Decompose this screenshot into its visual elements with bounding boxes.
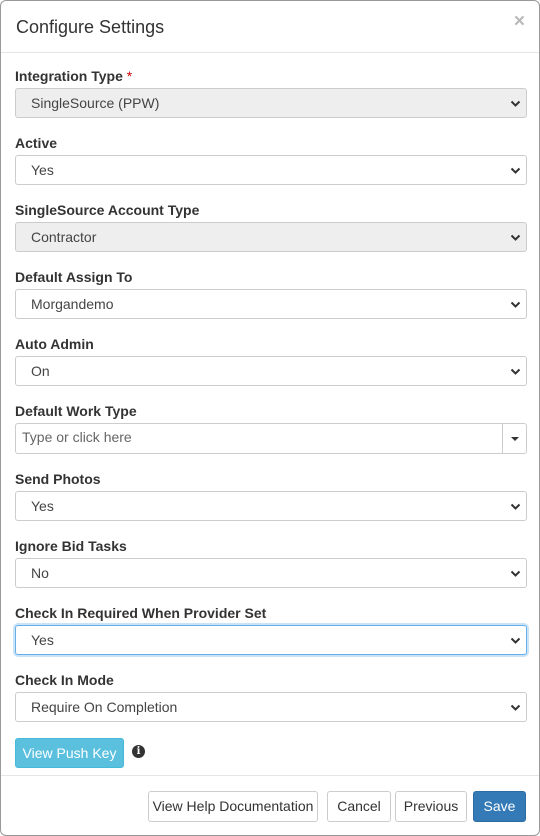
configure-settings-dialog: Configure Settings × Integration Type * … — [0, 0, 540, 836]
auto-admin-label: Auto Admin — [15, 336, 94, 352]
info-circle-icon[interactable]: i — [132, 745, 145, 758]
cancel-button[interactable]: Cancel — [327, 791, 391, 822]
account-type-field: SingleSource Account Type Contractor — [15, 201, 527, 252]
check-in-required-field: Check In Required When Provider Set Yes — [15, 604, 527, 655]
ignore-bid-tasks-select[interactable]: No — [15, 558, 527, 588]
check-in-mode-label: Check In Mode — [15, 672, 114, 688]
active-field: Active Yes — [15, 134, 527, 185]
send-photos-value: Yes — [31, 498, 54, 514]
chevron-down-icon — [510, 704, 521, 711]
integration-type-label: Integration Type — [15, 68, 123, 84]
check-in-required-select[interactable]: Yes — [15, 625, 527, 655]
dialog-header: Configure Settings × — [1, 1, 539, 53]
chevron-down-icon — [510, 503, 521, 510]
check-in-required-label: Check In Required When Provider Set — [15, 605, 267, 621]
chevron-down-icon — [510, 637, 521, 644]
chevron-down-icon — [510, 570, 521, 577]
close-icon[interactable]: × — [514, 12, 525, 32]
default-work-type-label: Default Work Type — [15, 403, 137, 419]
caret-down-icon — [511, 437, 519, 441]
check-in-mode-field: Check In Mode Require On Completion — [15, 671, 527, 722]
default-assign-to-label: Default Assign To — [15, 269, 133, 285]
default-work-type-dropdown-button[interactable] — [502, 424, 526, 453]
save-button[interactable]: Save — [473, 791, 526, 822]
chevron-down-icon — [510, 368, 521, 375]
default-work-type-combobox[interactable]: Type or click here — [15, 423, 527, 454]
previous-button[interactable]: Previous — [395, 791, 467, 822]
integration-type-value: SingleSource (PPW) — [31, 95, 160, 111]
send-photos-select[interactable]: Yes — [15, 491, 527, 521]
chevron-down-icon — [510, 100, 521, 107]
check-in-required-value: Yes — [31, 632, 54, 648]
auto-admin-value: On — [31, 363, 50, 379]
push-key-row: View Push Key i — [15, 738, 525, 768]
active-select[interactable]: Yes — [15, 155, 527, 185]
send-photos-field: Send Photos Yes — [15, 470, 527, 521]
ignore-bid-tasks-value: No — [31, 565, 49, 581]
account-type-label: SingleSource Account Type — [15, 202, 200, 218]
default-assign-to-field: Default Assign To Morgandemo — [15, 268, 527, 319]
default-work-type-field: Default Work Type Type or click here — [15, 402, 527, 454]
auto-admin-field: Auto Admin On — [15, 335, 527, 386]
integration-type-field: Integration Type * SingleSource (PPW) — [15, 67, 527, 118]
send-photos-label: Send Photos — [15, 471, 101, 487]
view-help-documentation-button[interactable]: View Help Documentation — [148, 791, 318, 822]
default-assign-to-select[interactable]: Morgandemo — [15, 289, 527, 319]
default-assign-to-value: Morgandemo — [31, 296, 114, 312]
chevron-down-icon — [510, 167, 521, 174]
chevron-down-icon — [510, 301, 521, 308]
default-work-type-input[interactable]: Type or click here — [22, 429, 132, 445]
integration-type-select[interactable]: SingleSource (PPW) — [15, 88, 527, 118]
active-label: Active — [15, 135, 58, 151]
dialog-footer: View Help Documentation Cancel Previous … — [1, 775, 539, 835]
auto-admin-select[interactable]: On — [15, 356, 527, 386]
account-type-select[interactable]: Contractor — [15, 222, 527, 252]
active-value: Yes — [31, 162, 54, 178]
account-type-value: Contractor — [31, 229, 97, 245]
chevron-down-icon — [510, 234, 521, 241]
required-marker: * — [126, 68, 133, 84]
ignore-bid-tasks-label: Ignore Bid Tasks — [15, 538, 127, 554]
ignore-bid-tasks-field: Ignore Bid Tasks No — [15, 537, 527, 588]
view-push-key-button[interactable]: View Push Key — [15, 738, 124, 768]
dialog-title: Configure Settings — [16, 17, 165, 37]
check-in-mode-value: Require On Completion — [31, 699, 178, 715]
check-in-mode-select[interactable]: Require On Completion — [15, 692, 527, 722]
dialog-body: Integration Type * SingleSource (PPW) Ac… — [1, 53, 539, 768]
